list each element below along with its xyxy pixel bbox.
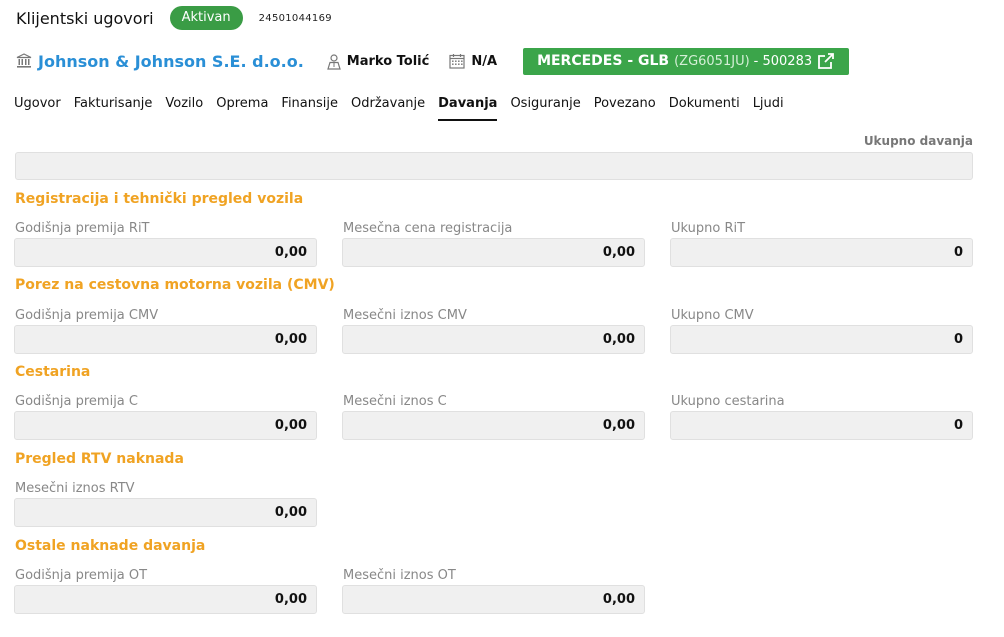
tab-oprema[interactable]: Oprema: [216, 95, 268, 121]
field-label: Godišnja premija RiT: [15, 221, 150, 236]
person-icon: [326, 53, 341, 70]
contact-person: Marko Tolić: [326, 53, 430, 70]
tab-povezano[interactable]: Povezano: [594, 95, 656, 121]
field-label: Godišnja premija CMV: [15, 308, 159, 323]
vehicle-id: - 500283: [753, 53, 813, 69]
date-value: N/A: [471, 53, 498, 69]
tab-davanja[interactable]: Davanja: [438, 95, 498, 121]
tab-bar: Ugovor Fakturisanje Vozilo Oprema Finans…: [14, 95, 797, 121]
tab-finansije[interactable]: Finansije: [281, 95, 338, 121]
section-title-rit: Registracija i tehnički pregled vozila: [15, 191, 304, 207]
date-info: N/A: [449, 53, 497, 69]
mesecna-cena-registracija-field[interactable]: 0,00: [342, 238, 645, 267]
vehicle-button[interactable]: MERCEDES - GLB (ZG6051JU) - 500283: [523, 47, 850, 75]
status-badge: Aktivan: [169, 6, 243, 30]
field-label: Ukupno CMV: [671, 308, 754, 323]
contract-number: 24501044169: [258, 12, 332, 24]
tab-ljudi[interactable]: Ljudi: [753, 95, 784, 121]
calendar-icon: [449, 54, 465, 69]
field-label: Ukupno cestarina: [671, 394, 785, 409]
header-bar: Klijentski ugovori Aktivan 24501044169: [16, 6, 332, 30]
section-title-cmv: Porez na cestovna motorna vozila (CMV): [15, 277, 335, 293]
section-title-rtv: Pregled RTV naknada: [15, 451, 184, 467]
field-label: Godišnja premija OT: [15, 568, 148, 583]
mesecni-iznos-ot-field[interactable]: 0,00: [342, 585, 645, 614]
godisnja-premija-ot-field[interactable]: 0,00: [14, 585, 317, 614]
tab-osiguranje[interactable]: Osiguranje: [510, 95, 580, 121]
mesecni-iznos-rtv-field[interactable]: 0,00: [14, 498, 317, 527]
person-name: Marko Tolić: [346, 53, 430, 69]
godisnja-premija-cmv-field[interactable]: 0,00: [14, 325, 317, 354]
tab-vozilo[interactable]: Vozilo: [165, 95, 203, 121]
total-field[interactable]: [15, 152, 973, 180]
field-label: Mesečni iznos RTV: [15, 481, 135, 496]
tab-dokumenti[interactable]: Dokumenti: [669, 95, 740, 121]
external-link-icon: [818, 53, 834, 69]
field-label: Ukupno RiT: [671, 221, 746, 236]
section-title-cestarina: Cestarina: [15, 364, 91, 380]
client-link[interactable]: Johnson & Johnson S.E. d.o.o.: [16, 52, 304, 71]
tab-fakturisanje[interactable]: Fakturisanje: [74, 95, 153, 121]
vehicle-plate: (ZG6051JU): [674, 53, 750, 69]
mesecni-iznos-cmv-field[interactable]: 0,00: [342, 325, 645, 354]
field-label: Godišnja premija C: [15, 394, 138, 409]
godisnja-premija-c-field[interactable]: 0,00: [14, 411, 317, 440]
vehicle-model: MERCEDES - GLB: [537, 53, 670, 69]
tab-ugovor[interactable]: Ugovor: [14, 95, 61, 121]
mesecni-iznos-c-field[interactable]: 0,00: [342, 411, 645, 440]
page-title: Klijentski ugovori: [16, 8, 154, 28]
total-label: Ukupno davanja: [863, 134, 973, 148]
field-label: Mesečni iznos CMV: [343, 308, 467, 323]
field-label: Mesečna cena registracija: [343, 221, 513, 236]
field-label: Mesečni iznos OT: [343, 568, 456, 583]
ukupno-cestarina-field[interactable]: 0: [670, 411, 973, 440]
bank-icon: [16, 53, 32, 68]
field-label: Mesečni iznos C: [343, 394, 447, 409]
godisnja-premija-rit-field[interactable]: 0,00: [14, 238, 317, 267]
info-row: Johnson & Johnson S.E. d.o.o. Marko Toli…: [16, 47, 850, 75]
ukupno-rit-field[interactable]: 0: [670, 238, 973, 267]
tab-odrzavanje[interactable]: Održavanje: [351, 95, 425, 121]
client-name: Johnson & Johnson S.E. d.o.o.: [38, 51, 304, 71]
ukupno-cmv-field[interactable]: 0: [670, 325, 973, 354]
section-title-ot: Ostale naknade davanja: [15, 538, 206, 554]
